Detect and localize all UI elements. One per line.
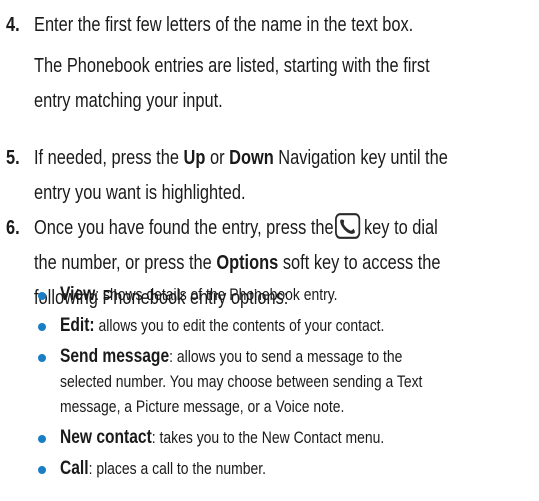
- option-description: Edit: allows you to edit the contents of…: [60, 313, 519, 338]
- option-line: selected number. You may choose between …: [60, 372, 423, 391]
- step-number: 6.: [6, 217, 20, 239]
- step-instruction-line: entry you want is highlighted.: [34, 182, 246, 204]
- step-instruction: Once you have found the entry, press the…: [34, 211, 448, 246]
- option-text: : shows details of the Phonebook entry.: [95, 285, 338, 304]
- step-text: Enter the first few letters of the name …: [34, 8, 448, 119]
- option-text: : takes you to the New Contact menu.: [151, 428, 385, 447]
- step-instruction: If needed, press the Up or Down Navigati…: [34, 141, 448, 176]
- step-text: If needed, press the Up or Down Navigati…: [34, 141, 448, 211]
- step-instruction: Enter the first few letters of the name …: [34, 14, 414, 36]
- text-segment: Once you have found the entry, press the: [34, 217, 334, 239]
- option-line: New contact: takes you to the New Contac…: [60, 425, 519, 450]
- option-line: message, a Picture message, or a Voice n…: [60, 397, 345, 416]
- text-segment: key to dial: [363, 217, 438, 239]
- step-number: 4.: [6, 14, 20, 36]
- list-item: View: shows details of the Phonebook ent…: [34, 282, 539, 307]
- step-note-line: The Phonebook entries are listed, starti…: [34, 55, 430, 77]
- option-term: Send message: [60, 346, 170, 367]
- list-item: New contact: takes you to the New Contac…: [34, 425, 539, 450]
- option-description: Send message: allows you to send a messa…: [60, 344, 519, 419]
- list-item: Send message: allows you to send a messa…: [34, 344, 539, 419]
- bullet-icon: [38, 466, 46, 474]
- bullet-icon: [38, 435, 46, 443]
- option-description: Call: places a call to the number.: [60, 456, 519, 481]
- send-call-key-icon: [335, 213, 361, 239]
- key-name-options: Options: [216, 252, 279, 274]
- options-list: View: shows details of the Phonebook ent…: [34, 282, 539, 487]
- option-description: View: shows details of the Phonebook ent…: [60, 282, 519, 307]
- step-instruction-line: the number, or press the Options soft ke…: [34, 246, 448, 281]
- option-term: Call: [60, 458, 89, 479]
- list-item: Edit: allows you to edit the contents of…: [34, 313, 539, 338]
- bullet-icon: [38, 323, 46, 331]
- text-segment: or: [205, 147, 230, 169]
- list-item: Call: places a call to the number.: [34, 456, 539, 481]
- key-name-down: Down: [229, 147, 274, 169]
- text-segment: Navigation key until the: [273, 147, 448, 169]
- bullet-icon: [38, 354, 46, 362]
- option-term: Edit:: [60, 315, 95, 336]
- option-line: Send message: allows you to send a messa…: [60, 344, 519, 369]
- option-text: : allows you to send a message to the: [169, 347, 403, 366]
- option-term: View: [60, 284, 96, 305]
- option-line: Call: places a call to the number.: [60, 456, 519, 481]
- option-text: allows you to edit the contents of your …: [94, 316, 385, 335]
- option-line: Edit: allows you to edit the contents of…: [60, 313, 519, 338]
- step-note-line: entry matching your input.: [34, 90, 223, 112]
- option-description: New contact: takes you to the New Contac…: [60, 425, 519, 450]
- key-name-up: Up: [183, 147, 206, 169]
- text-segment: the number, or press the: [34, 252, 217, 274]
- option-text: : places a call to the number.: [88, 459, 267, 478]
- text-segment: If needed, press the: [34, 147, 184, 169]
- option-line: View: shows details of the Phonebook ent…: [60, 282, 519, 307]
- step-number: 5.: [6, 147, 20, 169]
- option-term: New contact: [60, 427, 152, 448]
- bullet-icon: [38, 292, 46, 300]
- text-segment: soft key to access the: [278, 252, 441, 274]
